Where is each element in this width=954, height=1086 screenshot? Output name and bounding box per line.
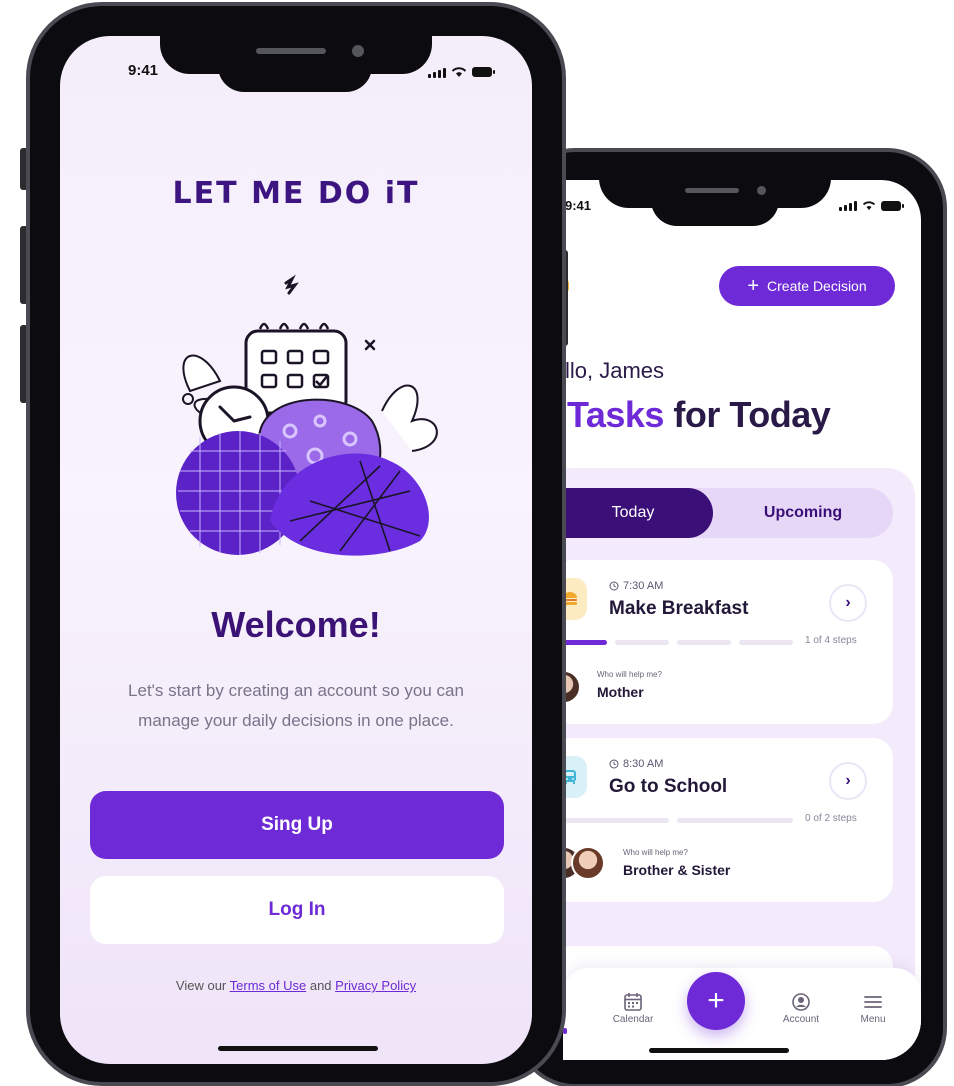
task-title: Make Breakfast (609, 598, 749, 619)
status-icons (428, 66, 495, 78)
progress-segment (563, 818, 669, 823)
back-phone-notch-drop (651, 200, 779, 226)
privacy-link[interactable]: Privacy Policy (335, 978, 416, 993)
battery-icon (472, 67, 495, 77)
status-time: 9:41 (128, 62, 159, 79)
welcome-illustration (176, 274, 438, 556)
plus-icon: + (707, 984, 725, 1017)
app-logo-text: LET ME DO iT (172, 176, 420, 211)
create-decision-label: Create Decision (767, 278, 867, 294)
title-accent: Tasks (567, 394, 664, 435)
back-phone-frame: 9:41 + Create Decision llo, James Tasks … (515, 148, 947, 1086)
clock-icon (609, 759, 619, 769)
progress-segment (563, 640, 607, 645)
welcome-screen: 9:41 LET ME DO iT Welcome! Let's start b… (60, 36, 532, 1064)
helper-name: Brother & Sister (623, 862, 731, 878)
bottom-tab-bar: Calendar + Account Menu (563, 968, 921, 1060)
tab-calendar-label: Calendar (612, 1014, 654, 1025)
chevron-right-icon[interactable]: › (829, 762, 867, 800)
signup-button[interactable]: Sing Up (90, 791, 504, 859)
avatar (571, 846, 605, 880)
tasks-screen: 9:41 + Create Decision llo, James Tasks … (563, 180, 921, 1060)
account-icon (792, 993, 810, 1011)
tab-account-label: Account (782, 1014, 820, 1025)
greeting: llo, James (565, 358, 665, 383)
signal-icon (839, 200, 857, 211)
task-time-text: 7:30 AM (623, 580, 664, 592)
tab-menu[interactable]: Menu (843, 990, 903, 1025)
task-time: 7:30 AM (609, 580, 663, 592)
helper-name: Mother (597, 684, 644, 700)
signal-icon (428, 67, 446, 78)
legal-text: View our Terms of Use and Privacy Policy (60, 978, 532, 993)
battery-icon (881, 200, 904, 211)
terms-link[interactable]: Terms of Use (230, 978, 307, 993)
welcome-subtitle: Let's start by creating an account so yo… (128, 681, 464, 730)
hamburger-icon (864, 996, 882, 1008)
welcome-heading: Welcome! (211, 604, 381, 645)
progress-segment (677, 640, 731, 645)
task-card[interactable]: 7:30 AM Make Breakfast › 1 of 4 steps Wh… (563, 560, 893, 724)
tab-upcoming[interactable]: Upcoming (733, 488, 873, 538)
leaf-doodle (182, 354, 222, 393)
wifi-icon (862, 201, 876, 210)
tab-today[interactable]: Today (563, 488, 713, 538)
task-icon-box (563, 578, 587, 620)
x-doodle (364, 339, 376, 351)
progress-segment (615, 640, 669, 645)
speaker-grille (256, 48, 326, 54)
tab-account[interactable]: Account (771, 990, 831, 1025)
helper-label: Who will help me? (597, 670, 662, 679)
task-steps: 1 of 4 steps (805, 635, 857, 646)
page-title: Tasks for Today (567, 394, 831, 436)
legal-prefix: View our (175, 978, 227, 993)
tab-calendar[interactable]: Calendar (603, 990, 663, 1025)
status-time: 9:41 (565, 198, 592, 213)
wifi-icon (451, 67, 467, 77)
speaker-grille (685, 188, 739, 193)
front-camera (352, 45, 364, 57)
zigzag-doodle (284, 274, 299, 295)
calendar-icon (624, 993, 642, 1011)
task-icon-box (563, 756, 587, 798)
front-phone-frame: 9:41 LET ME DO iT Welcome! Let's start b… (26, 2, 566, 1086)
progress-segment (677, 818, 793, 823)
progress-segment (739, 640, 793, 645)
leaf-doodle (381, 384, 438, 452)
create-decision-button[interactable]: + Create Decision (719, 266, 895, 306)
legal-and: and (309, 978, 332, 993)
helper-label: Who will help me? (623, 848, 688, 857)
mockup-stage: 9:41 + Create Decision llo, James Tasks … (0, 0, 954, 1086)
tab-menu-label: Menu (860, 1014, 886, 1025)
home-indicator (218, 1046, 378, 1051)
task-steps: 0 of 2 steps (805, 813, 857, 824)
front-phone-notch-drop (218, 66, 372, 92)
front-camera (757, 186, 766, 195)
task-card[interactable]: 8:30 AM Go to School › 0 of 2 steps Who … (563, 738, 893, 902)
task-progress (563, 640, 793, 645)
chevron-right-icon[interactable]: › (829, 584, 867, 622)
add-task-button[interactable]: + (687, 972, 745, 1030)
task-title: Go to School (609, 776, 728, 797)
home-indicator (649, 1048, 789, 1053)
status-icons (839, 200, 904, 211)
task-time-text: 8:30 AM (623, 758, 664, 770)
plus-icon: + (747, 275, 760, 297)
task-time: 8:30 AM (609, 758, 663, 770)
login-button[interactable]: Log In (90, 876, 504, 944)
title-rest: for Today (673, 394, 831, 435)
task-progress (563, 818, 793, 823)
clock-icon (609, 581, 619, 591)
